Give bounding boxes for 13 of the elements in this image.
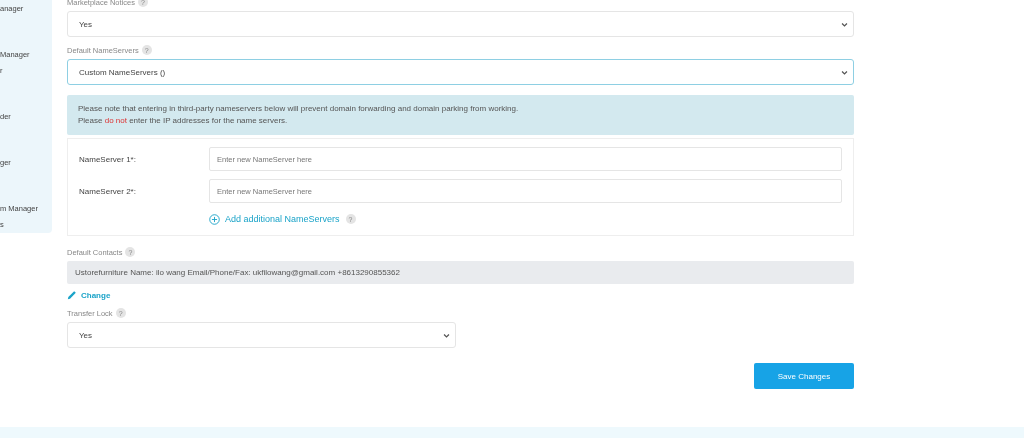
contact-summary: Ustorefurniture Name: ilo wang Email/Phone/Fax: ukfilowang@gmail.com +8613290855362 <box>67 261 854 284</box>
pencil-icon <box>67 290 77 300</box>
dropdown[interactable]: Yes <box>67 11 854 37</box>
dropdown[interactable]: Yes <box>67 322 456 348</box>
chevron-down-icon <box>841 20 848 28</box>
chevron-down-icon <box>443 331 450 339</box>
alert-text: Please do not enter the IP addresses for the name servers. <box>78 115 289 127</box>
chevron-down-icon <box>841 68 848 76</box>
field-label: NameServer 2*: <box>79 186 137 196</box>
dropdown[interactable]: Custom NameServers () <box>67 59 854 85</box>
plus-circle-icon <box>209 213 220 225</box>
alert-text: Please note that entering in third-party nameservers below will prevent domain forwarding and domain parking from working. <box>78 103 520 115</box>
field-label: NameServer 1*: <box>79 154 137 164</box>
